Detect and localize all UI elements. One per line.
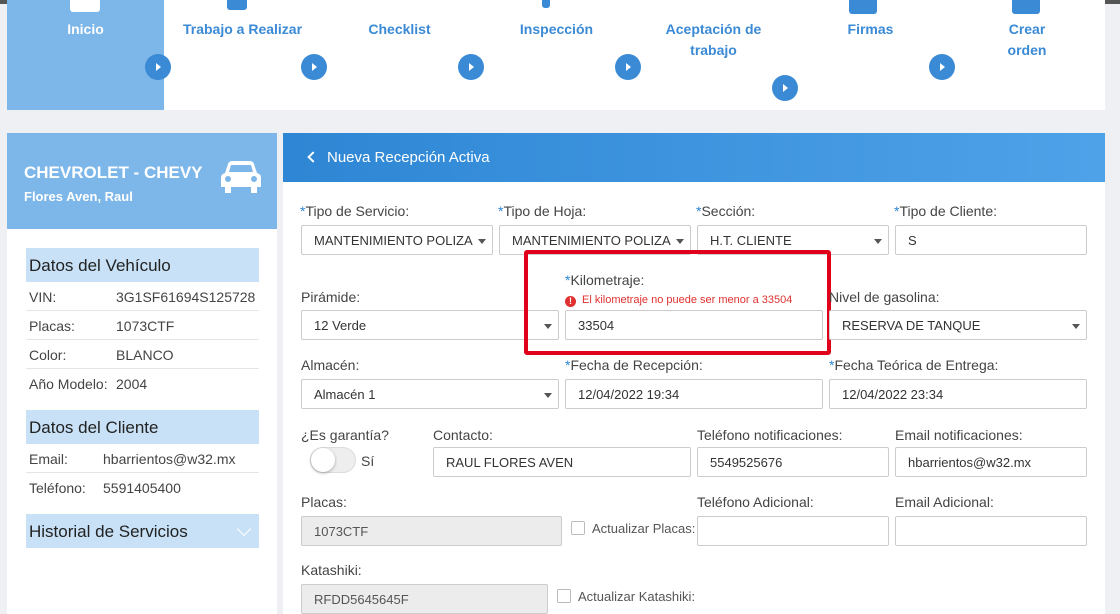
step-label: Checklist (368, 21, 431, 37)
email-adicional-label: Email Adicional: (895, 494, 994, 510)
step-label: Aceptación de trabajo (665, 21, 762, 58)
step-trabajo[interactable]: Trabajo a Realizar (164, 0, 321, 110)
vehicle-owner: Flores Aven, Raul (24, 189, 133, 204)
home-icon (70, 0, 100, 12)
tipo-servicio-select[interactable]: MANTENIMIENTO POLIZA (301, 225, 493, 255)
row-key: Año Modelo: (29, 376, 108, 392)
step-aceptacion[interactable]: Aceptación de trabajo (635, 0, 792, 110)
tipo-cliente-label: *Tipo de Cliente: (894, 203, 997, 219)
vehicle-header: CHEVROLET - CHEVY Flores Aven, Raul (7, 133, 277, 229)
fecha-recepcion-label: *Fecha de Recepción: (565, 357, 703, 373)
row-key: Teléfono: (29, 480, 86, 496)
row-value: 2004 (116, 376, 148, 392)
vehicle-row-year: Año Modelo: 2004 (26, 369, 259, 398)
tel-notif-label: Teléfono notificaciones: (697, 427, 843, 443)
row-value: 1073CTF (116, 318, 175, 334)
row-value: 3G1SF61694S125728 (116, 289, 256, 305)
email-notif-input[interactable]: hbarrientos@w32.mx (895, 447, 1087, 477)
piramide-label: Pirámide: (301, 289, 361, 305)
form-header: Nueva Recepción Activa (283, 133, 1105, 182)
row-key: Placas: (29, 318, 75, 334)
client-data-heading: Datos del Cliente (26, 410, 259, 444)
row-key: Color: (29, 347, 67, 363)
tipo-servicio-label: *Tipo de Servicio: (300, 203, 410, 219)
vehicle-title: CHEVROLET - CHEVY (24, 163, 203, 182)
order-icon (1012, 0, 1040, 14)
piramide-select[interactable]: 12 Verde (301, 310, 559, 340)
step-crear-orden[interactable]: Crear orden (949, 0, 1105, 110)
garantia-label: ¿Es garantía? (301, 427, 389, 443)
highlight-box (524, 250, 831, 355)
katashiki-input[interactable]: RFDD5645645F (301, 584, 548, 614)
step-label: Trabajo a Realizar (182, 21, 303, 37)
row-value: 5591405400 (103, 480, 181, 496)
tools-icon (227, 0, 247, 10)
inspection-icon (542, 0, 550, 8)
step-inspeccion[interactable]: Inspección (478, 0, 635, 110)
step-label: Inicio (67, 21, 104, 37)
toggle-knob (311, 448, 335, 472)
almacen-label: Almacén: (301, 357, 360, 373)
reception-form-panel: Nueva Recepción Activa *Tipo de Servicio… (283, 133, 1105, 614)
almacen-select[interactable]: Almacén 1 (301, 379, 559, 409)
row-value: hbarrientos@w32.mx (103, 451, 236, 467)
step-inicio[interactable]: Inicio (7, 0, 164, 110)
tel-adicional-input[interactable] (697, 516, 889, 546)
tipo-cliente-input[interactable]: S (895, 225, 1087, 255)
row-key: VIN: (29, 289, 57, 305)
step-firmas[interactable]: Firmas (792, 0, 949, 110)
car-icon (221, 161, 261, 193)
tipo-hoja-label: *Tipo de Hoja: (498, 203, 587, 219)
fecha-recepcion-input[interactable]: 12/04/2022 19:34 (565, 379, 823, 409)
placas-input[interactable]: 1073CTF (301, 516, 562, 546)
step-label: Inspección (519, 21, 594, 37)
step-checklist[interactable]: Checklist (321, 0, 478, 110)
row-value: BLANCO (116, 347, 174, 363)
process-stepper: Inicio Trabajo a Realizar Checklist Insp… (7, 0, 1105, 110)
garantia-toggle[interactable] (310, 447, 356, 473)
chevron-down-icon (236, 521, 252, 537)
row-key: Email: (29, 451, 68, 467)
step-label: Firmas (847, 21, 894, 37)
contacto-input[interactable]: RAUL FLORES AVEN (433, 447, 691, 477)
email-adicional-input[interactable] (895, 516, 1087, 546)
placas-label: Placas: (301, 494, 347, 510)
fecha-entrega-input[interactable]: 12/04/2022 23:34 (829, 379, 1087, 409)
contacto-label: Contacto: (433, 427, 493, 443)
update-katashiki-label: Actualizar Katashiki: (578, 589, 696, 604)
signature-icon (849, 0, 877, 14)
update-placas-label: Actualizar Placas: (592, 521, 696, 536)
seccion-label: *Sección: (696, 203, 756, 219)
vehicle-data-heading: Datos del Vehículo (26, 248, 259, 282)
nivel-gasolina-select[interactable]: RESERVA DE TANQUE (829, 310, 1087, 340)
katashiki-label: Katashiki: (301, 562, 362, 578)
client-row-phone: Teléfono: 5591405400 (26, 473, 259, 502)
update-katashiki-checkbox[interactable] (557, 589, 571, 603)
nivel-gasolina-label: Nivel de gasolina: (829, 289, 940, 305)
back-arrow-icon[interactable] (307, 151, 319, 163)
client-row-email: Email: hbarrientos@w32.mx (26, 444, 259, 473)
service-history-toggle[interactable]: Historial de Servicios (26, 514, 259, 548)
form-title: Nueva Recepción Activa (327, 149, 490, 166)
vehicle-row-color: Color: BLANCO (26, 340, 259, 369)
vehicle-summary-panel: CHEVROLET - CHEVY Flores Aven, Raul Dato… (7, 133, 277, 614)
vehicle-row-vin: VIN: 3G1SF61694S125728 (26, 282, 259, 311)
tel-notif-input[interactable]: 5549525676 (697, 447, 889, 477)
email-notif-label: Email notificaciones: (895, 427, 1023, 443)
tel-adicional-label: Teléfono Adicional: (697, 494, 814, 510)
update-placas-checkbox[interactable] (571, 521, 585, 535)
service-history-heading: Historial de Servicios (29, 522, 188, 541)
garantia-toggle-text: Sí (361, 453, 375, 469)
fecha-entrega-label: *Fecha Teórica de Entrega: (829, 357, 999, 373)
step-label: Crear orden (1007, 21, 1047, 58)
vehicle-row-placas: Placas: 1073CTF (26, 311, 259, 340)
